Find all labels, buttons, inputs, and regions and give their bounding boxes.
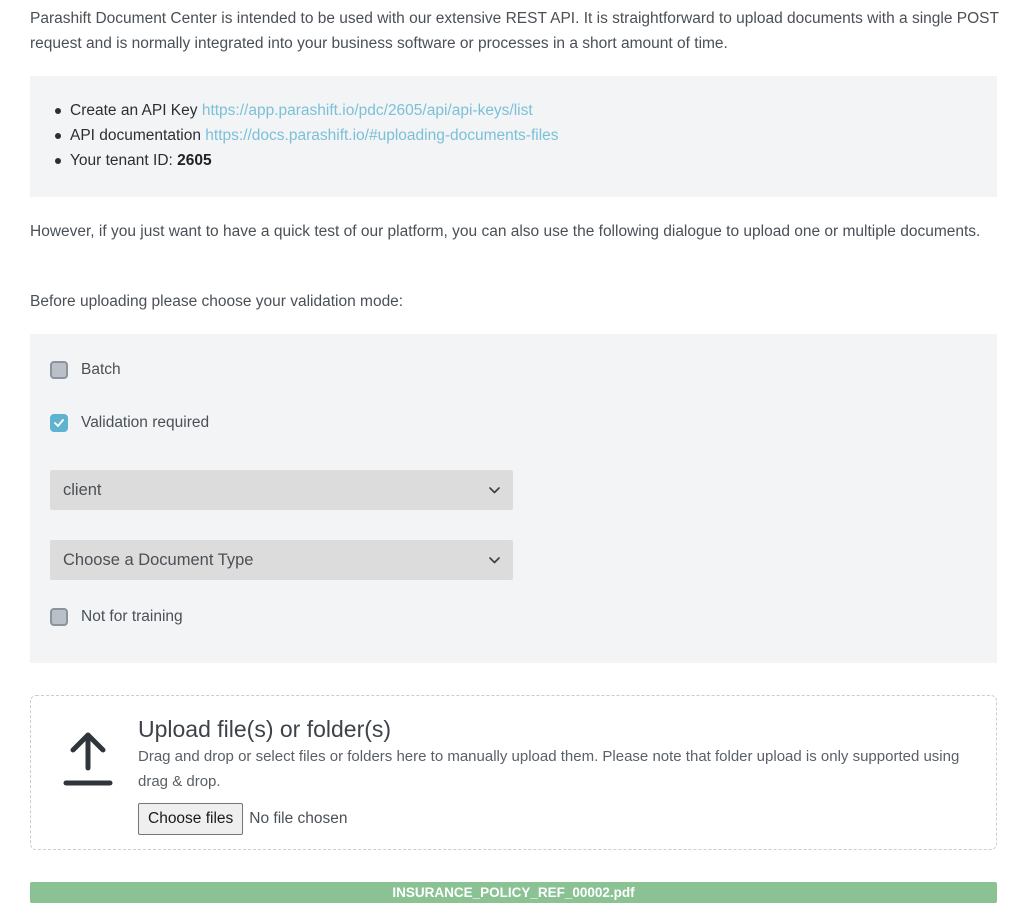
api-docs-item: API documentation https://docs.parashift…	[55, 123, 559, 148]
upload-description: Drag and drop or select files or folders…	[138, 748, 960, 790]
validation-required-option[interactable]: Validation required	[50, 414, 209, 432]
not-for-training-option[interactable]: Not for training	[50, 608, 183, 626]
choose-files-button[interactable]: Choose files	[138, 803, 244, 835]
validation-select-value: client	[63, 480, 102, 499]
no-file-chosen-text: No file chosen	[249, 810, 348, 827]
chevron-down-icon	[489, 556, 500, 563]
api-key-item: Create an API Key https://app.parashift.…	[55, 98, 559, 123]
api-info-list: Create an API Key https://app.parashift.…	[55, 98, 559, 173]
validation-required-checkbox[interactable]	[50, 414, 68, 432]
api-info-panel: Create an API Key https://app.parashift.…	[30, 76, 997, 197]
upload-dropzone[interactable]: Upload file(s) or folder(s) Drag and dro…	[30, 695, 997, 850]
tenant-id-label: Your tenant ID:	[70, 152, 178, 169]
quick-test-text: However, if you just want to have a quic…	[30, 223, 981, 240]
api-key-label: Create an API Key	[70, 102, 202, 119]
api-docs-link[interactable]: https://docs.parashift.io/#uploading-doc…	[205, 127, 558, 144]
validation-required-label: Validation required	[81, 414, 210, 431]
upload-progress-bar: INSURANCE_POLICY_REF_00002.pdf	[30, 882, 997, 903]
tenant-id-value: 2605	[177, 152, 212, 169]
document-type-select[interactable]: Choose a Document Type	[50, 540, 513, 580]
upload-progress-filename: INSURANCE_POLICY_REF_00002.pdf	[392, 885, 635, 900]
batch-label: Batch	[81, 361, 121, 378]
not-for-training-label: Not for training	[81, 608, 183, 625]
validation-select[interactable]: client	[50, 470, 513, 510]
chevron-down-icon	[489, 486, 500, 493]
upload-arrow-icon	[63, 732, 113, 786]
document-type-select-value: Choose a Document Type	[63, 550, 254, 569]
batch-checkbox[interactable]	[50, 361, 68, 379]
intro-text: Parashift Document Center is intended to…	[30, 10, 999, 52]
file-input[interactable]: Choose files No file chosen	[138, 803, 348, 835]
api-docs-label: API documentation	[70, 127, 206, 144]
tenant-id-item: Your tenant ID: 2605	[55, 148, 559, 173]
checkmark-icon	[54, 419, 64, 427]
not-for-training-checkbox[interactable]	[50, 608, 68, 626]
batch-option[interactable]: Batch	[50, 361, 121, 379]
upload-title: Upload file(s) or folder(s)	[138, 716, 392, 742]
validation-mode-panel: Batch Validation required client Choose …	[30, 334, 997, 663]
api-key-link[interactable]: https://app.parashift.io/pdc/2605/api/ap…	[202, 102, 533, 119]
validation-mode-prompt: Before uploading please choose your vali…	[30, 293, 404, 310]
